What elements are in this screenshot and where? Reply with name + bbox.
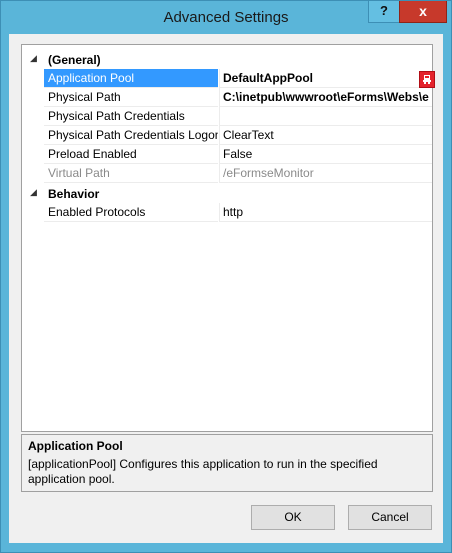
property-value[interactable] [219,107,432,126]
cancel-button[interactable]: Cancel [348,505,432,530]
category-behavior[interactable]: ◢ Behavior [22,184,432,203]
description-title: Application Pool [28,439,123,453]
category-label: Behavior [48,187,100,201]
property-virtual-path[interactable]: Virtual Path /eFormseMonitor [22,164,432,183]
help-button[interactable]: ? [368,1,400,23]
description-panel: Application Pool [applicationPool] Confi… [21,434,433,492]
property-name: Physical Path [44,88,218,107]
property-value[interactable]: C:\inetpub\wwwroot\eForms\Webs\e [219,88,432,107]
property-name: Application Pool [44,69,218,88]
property-physical-path-credentials-logon[interactable]: Physical Path Credentials Logon ClearTex… [22,126,432,145]
description-text: [applicationPool] Configures this applic… [28,457,378,486]
property-value[interactable]: DefaultAppPool [219,69,432,88]
error-icon [419,71,435,88]
dialog-body: ◢ (General) Application Pool DefaultAppP… [9,34,443,543]
collapse-toggle-icon[interactable]: ◢ [30,187,37,198]
advanced-settings-window: Advanced Settings ? x ◢ (General) Applic… [0,0,452,553]
property-enabled-protocols[interactable]: Enabled Protocols http [22,203,432,222]
property-grid[interactable]: ◢ (General) Application Pool DefaultAppP… [21,44,435,432]
property-name: Physical Path Credentials [44,107,218,126]
category-label: (General) [48,53,101,67]
property-application-pool[interactable]: Application Pool DefaultAppPool [22,69,435,88]
property-value[interactable]: False [219,145,432,164]
property-name: Virtual Path [44,164,218,183]
property-name: Physical Path Credentials Logon [44,126,218,145]
property-name: Preload Enabled [44,145,218,164]
property-value[interactable]: ClearText [219,126,432,145]
ok-button[interactable]: OK [251,505,335,530]
collapse-toggle-icon[interactable]: ◢ [30,53,37,64]
property-value: /eFormseMonitor [219,164,432,183]
property-physical-path-credentials[interactable]: Physical Path Credentials [22,107,432,126]
property-preload-enabled[interactable]: Preload Enabled False [22,145,432,164]
title-bar[interactable]: Advanced Settings ? x [1,1,451,35]
property-name: Enabled Protocols [44,203,218,222]
close-button[interactable]: x [399,1,447,23]
category-general[interactable]: ◢ (General) [22,50,432,69]
property-value[interactable]: http [219,203,432,222]
property-physical-path[interactable]: Physical Path C:\inetpub\wwwroot\eForms\… [22,88,432,107]
